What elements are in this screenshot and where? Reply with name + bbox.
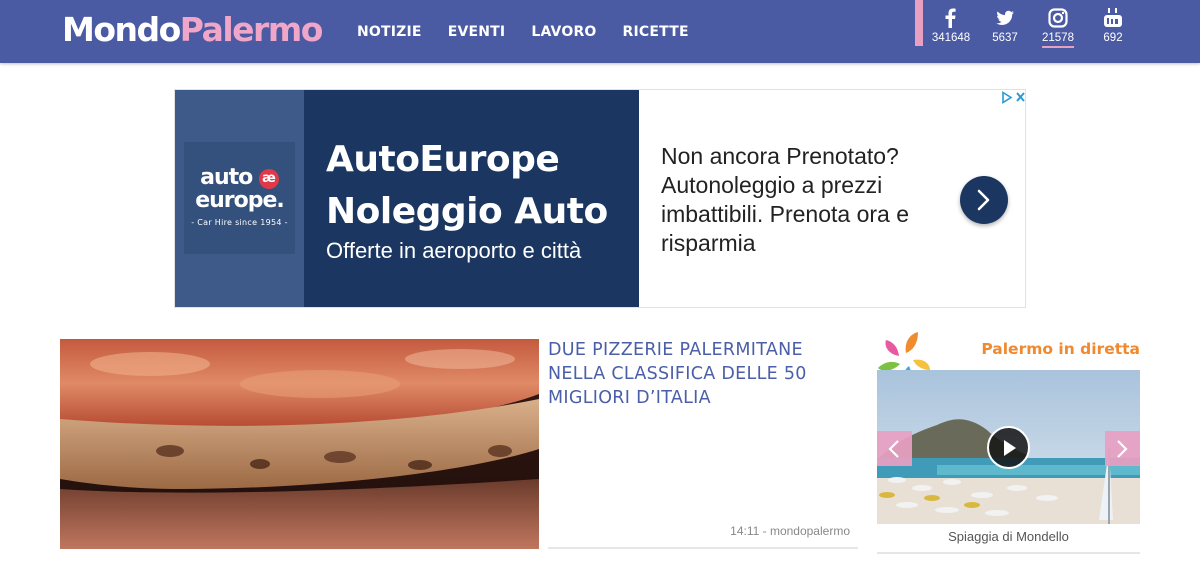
ad-title-line1: AutoEurope — [326, 139, 560, 180]
article-divider — [548, 547, 858, 549]
logo-text-mondo: Mondo — [62, 10, 181, 49]
nav-ricette[interactable]: RICETTE — [623, 24, 689, 40]
nav-eventi[interactable]: EVENTI — [448, 24, 506, 40]
ad-headline-panel: AutoEurope Noleggio Auto Offerte in aero… — [304, 90, 639, 307]
play-icon — [1004, 440, 1016, 456]
webcam-next-button[interactable] — [1105, 431, 1140, 466]
ad-body-text: Non ancora Prenotato? Autonoleggio a pre… — [661, 143, 910, 256]
twitter-count: 5637 — [992, 32, 1018, 44]
live-title: Palermo in diretta — [981, 340, 1140, 358]
social-youtube[interactable]: 692 — [1083, 8, 1143, 45]
facebook-icon — [945, 8, 956, 28]
social-facebook[interactable]: 341648 — [921, 8, 981, 45]
youtube-icon — [1104, 8, 1122, 27]
youtube-count: 692 — [1103, 32, 1123, 44]
ad-brand-tagline: - Car Hire since 1954 - — [191, 218, 288, 227]
ad-subtitle: Offerte in aeroporto e città — [326, 238, 582, 263]
webcam-prev-button[interactable] — [877, 431, 912, 466]
chevron-right-icon — [977, 189, 990, 211]
pizza-photo — [60, 339, 539, 549]
instagram-icon — [1048, 8, 1068, 28]
live-divider — [877, 552, 1140, 554]
social-instagram[interactable]: 21578 — [1028, 8, 1088, 48]
instagram-count: 21578 — [1042, 31, 1074, 48]
ad-title: AutoEurope Noleggio Auto — [326, 134, 608, 238]
adchoices-icon[interactable] — [1001, 91, 1027, 104]
ad-brand-mark: æ — [258, 169, 279, 189]
site-logo[interactable]: MondoPalermo — [62, 9, 324, 51]
ad-next-button[interactable] — [960, 176, 1008, 224]
social-twitter[interactable]: 5637 — [975, 8, 1035, 45]
site-header: MondoPalermo NOTIZIE EVENTI LAVORO RICET… — [0, 0, 1200, 63]
webcam-play-button[interactable] — [987, 426, 1030, 469]
ad-brand-line2: europe. — [195, 188, 285, 213]
twitter-icon — [996, 10, 1014, 25]
chevron-right-icon — [1117, 440, 1128, 458]
nav-lavoro[interactable]: LAVORO — [531, 24, 596, 40]
article-meta: 14:11 - mondopalermo — [730, 524, 850, 538]
article-image[interactable] — [60, 339, 539, 549]
logo-text-palermo: Palermo — [179, 10, 324, 49]
webcam-caption[interactable]: Spiaggia di Mondello — [877, 529, 1140, 544]
ad-banner[interactable]: auto æ europe. - Car Hire since 1954 - A… — [174, 89, 1026, 308]
facebook-count: 341648 — [931, 32, 971, 44]
autoeurope-logo: auto æ europe. - Car Hire since 1954 - — [184, 142, 295, 254]
ad-brand-panel: auto æ europe. - Car Hire since 1954 - — [175, 90, 304, 307]
chevron-left-icon — [888, 440, 899, 458]
article-title[interactable]: DUE PIZZERIE PALERMITANE NELLA CLASSIFIC… — [548, 338, 848, 410]
main-nav: NOTIZIE EVENTI LAVORO RICETTE — [357, 0, 715, 63]
ad-brand-line1: auto — [200, 165, 253, 190]
ad-title-line2: Noleggio Auto — [326, 191, 608, 232]
nav-notizie[interactable]: NOTIZIE — [357, 24, 422, 40]
